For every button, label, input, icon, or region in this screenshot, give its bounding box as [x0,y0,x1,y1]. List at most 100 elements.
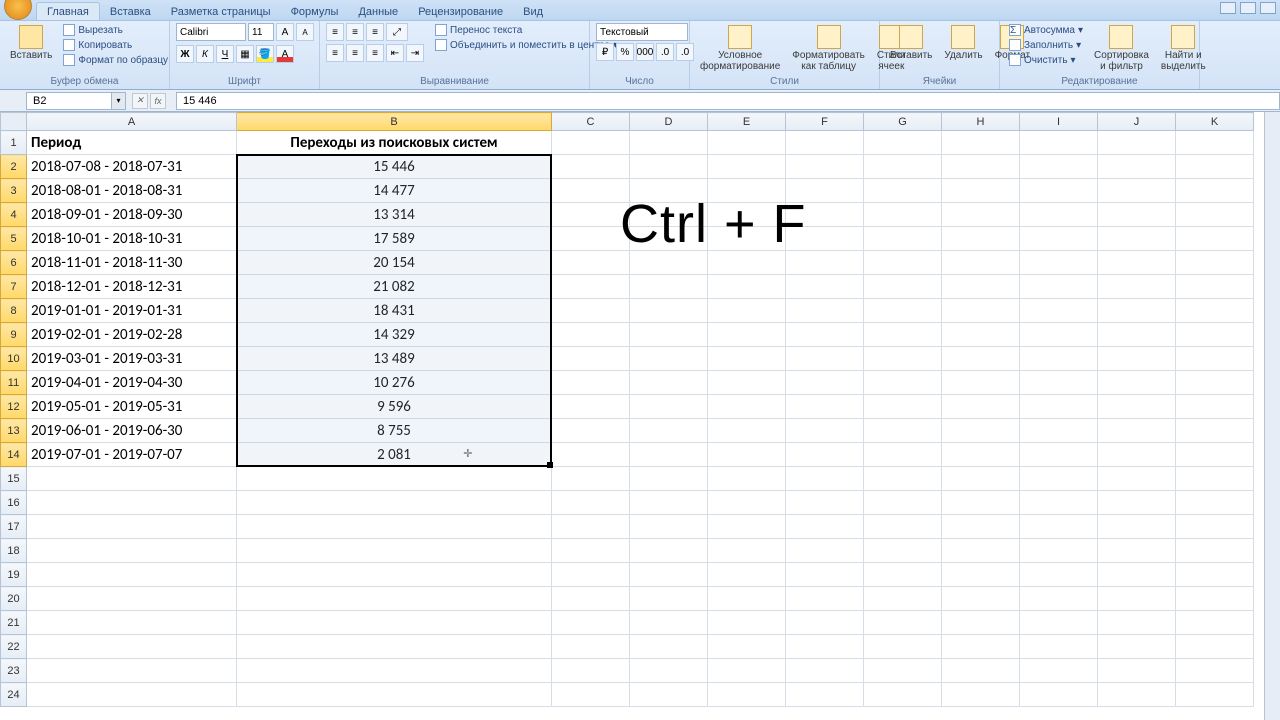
col-header-C[interactable]: C [552,113,630,131]
cell-A17[interactable] [27,515,237,539]
comma-button[interactable]: 000 [636,43,654,61]
cell-D19[interactable] [630,563,708,587]
cell-A14[interactable]: 2019-07-01 - 2019-07-07 [27,443,237,467]
cell-F19[interactable] [786,563,864,587]
cell-E20[interactable] [708,587,786,611]
cell-K21[interactable] [1176,611,1254,635]
cell-F21[interactable] [786,611,864,635]
cell-I2[interactable] [1020,155,1098,179]
cell-K18[interactable] [1176,539,1254,563]
cell-G20[interactable] [864,587,942,611]
cell-K19[interactable] [1176,563,1254,587]
row-header-1[interactable]: 1 [1,131,27,155]
cell-H1[interactable] [942,131,1020,155]
cell-E19[interactable] [708,563,786,587]
col-header-B[interactable]: B [237,113,552,131]
cell-J13[interactable] [1098,419,1176,443]
cell-K10[interactable] [1176,347,1254,371]
cell-J11[interactable] [1098,371,1176,395]
cell-H21[interactable] [942,611,1020,635]
tab-insert[interactable]: Вставка [100,3,161,20]
font-size-combo[interactable]: 11 [248,23,274,41]
cell-C16[interactable] [552,491,630,515]
cell-J16[interactable] [1098,491,1176,515]
restore-icon[interactable] [1240,2,1256,14]
cell-E7[interactable] [708,275,786,299]
cell-H4[interactable] [942,203,1020,227]
name-box-dropdown[interactable]: ▾ [112,92,126,110]
cell-G15[interactable] [864,467,942,491]
cell-E8[interactable] [708,299,786,323]
cell-H24[interactable] [942,683,1020,707]
align-top-button[interactable]: ≡ [326,23,344,41]
format-painter-button[interactable]: Формат по образцу [60,53,171,67]
cell-D14[interactable] [630,443,708,467]
cell-C10[interactable] [552,347,630,371]
cell-F15[interactable] [786,467,864,491]
tab-page-layout[interactable]: Разметка страницы [161,3,281,20]
cell-H12[interactable] [942,395,1020,419]
font-family-combo[interactable]: Calibri [176,23,246,41]
fx-icon[interactable]: fx [150,93,166,109]
cell-H15[interactable] [942,467,1020,491]
col-header-F[interactable]: F [786,113,864,131]
currency-button[interactable]: ₽ [596,43,614,61]
cell-B15[interactable] [237,467,552,491]
cell-A8[interactable]: 2019-01-01 - 2019-01-31 [27,299,237,323]
cell-G7[interactable] [864,275,942,299]
cell-I17[interactable] [1020,515,1098,539]
cell-K2[interactable] [1176,155,1254,179]
cond-format-button[interactable]: Условное форматирование [696,23,784,74]
bold-button[interactable]: Ж [176,45,194,63]
cell-C1[interactable] [552,131,630,155]
cell-B18[interactable] [237,539,552,563]
row-header-2[interactable]: 2 [1,155,27,179]
cell-I14[interactable] [1020,443,1098,467]
cell-F11[interactable] [786,371,864,395]
row-header-16[interactable]: 16 [1,491,27,515]
cell-B16[interactable] [237,491,552,515]
cell-B6[interactable]: 20 154 [237,251,552,275]
cell-J10[interactable] [1098,347,1176,371]
cell-C18[interactable] [552,539,630,563]
cell-H22[interactable] [942,635,1020,659]
cell-A18[interactable] [27,539,237,563]
cell-E10[interactable] [708,347,786,371]
cell-D20[interactable] [630,587,708,611]
cell-G1[interactable] [864,131,942,155]
cell-C14[interactable] [552,443,630,467]
indent-dec-button[interactable]: ⇤ [386,44,404,62]
cell-C4[interactable] [552,203,630,227]
cell-J22[interactable] [1098,635,1176,659]
cell-F1[interactable] [786,131,864,155]
cell-I4[interactable] [1020,203,1098,227]
minimize-icon[interactable] [1220,2,1236,14]
cell-B17[interactable] [237,515,552,539]
cell-F13[interactable] [786,419,864,443]
align-left-button[interactable]: ≡ [326,44,344,62]
cell-A15[interactable] [27,467,237,491]
cell-J3[interactable] [1098,179,1176,203]
cell-F24[interactable] [786,683,864,707]
cell-A16[interactable] [27,491,237,515]
cell-G3[interactable] [864,179,942,203]
cell-E9[interactable] [708,323,786,347]
cell-G2[interactable] [864,155,942,179]
indent-inc-button[interactable]: ⇥ [406,44,424,62]
cell-G14[interactable] [864,443,942,467]
cell-B11[interactable]: 10 276 [237,371,552,395]
cell-F7[interactable] [786,275,864,299]
cell-D1[interactable] [630,131,708,155]
cell-C13[interactable] [552,419,630,443]
cell-K7[interactable] [1176,275,1254,299]
cell-G22[interactable] [864,635,942,659]
cell-H13[interactable] [942,419,1020,443]
close-icon[interactable] [1260,2,1276,14]
cell-D7[interactable] [630,275,708,299]
cell-A21[interactable] [27,611,237,635]
cell-F2[interactable] [786,155,864,179]
cell-H7[interactable] [942,275,1020,299]
cell-B4[interactable]: 13 314 [237,203,552,227]
cell-C12[interactable] [552,395,630,419]
cell-B1[interactable]: Переходы из поисковых систем [237,131,552,155]
